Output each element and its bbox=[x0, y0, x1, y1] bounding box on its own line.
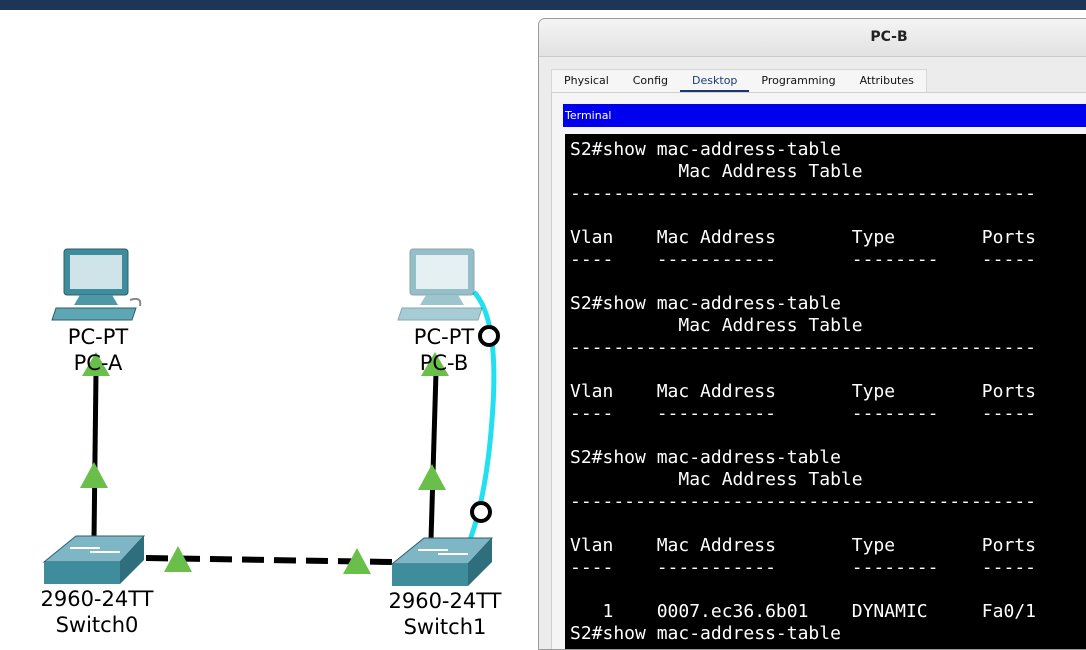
switch1-label[interactable]: 2960-24TT Switch1 bbox=[380, 588, 510, 640]
pc-a-label[interactable]: PC-PT PC-A bbox=[48, 324, 148, 376]
terminal-line: S2#show mac-address-table bbox=[570, 293, 841, 314]
terminal-line: Mac Address Table bbox=[570, 469, 863, 490]
terminal-line: S2#show mac-address-table bbox=[570, 623, 841, 644]
switch0-icon bbox=[42, 535, 146, 584]
topology-canvas[interactable]: PC-PT PC-A PC-PT PC-B 2960-24TT Switch0 … bbox=[0, 10, 540, 640]
pc-b-label[interactable]: PC-PT PC-B bbox=[394, 324, 494, 376]
terminal-line: ----------------------------------------… bbox=[570, 491, 1036, 512]
device-model: PC-PT bbox=[413, 325, 475, 349]
device-name: PC-A bbox=[73, 351, 123, 375]
terminal-line: ----------------------------------------… bbox=[570, 337, 1036, 358]
device-name: Switch1 bbox=[403, 615, 487, 639]
tab-config[interactable]: Config bbox=[621, 70, 680, 92]
tab-physical[interactable]: Physical bbox=[552, 70, 621, 92]
device-model: PC-PT bbox=[67, 325, 129, 349]
terminal-titlebar: Terminal bbox=[563, 104, 1086, 127]
terminal-line: Mac Address Table bbox=[570, 315, 863, 336]
terminal-line: Mac Address Table bbox=[570, 161, 863, 182]
link-up-indicator bbox=[80, 462, 108, 488]
terminal-line: Vlan Mac Address Type Ports bbox=[570, 381, 1036, 402]
terminal-line: ---- ----------- -------- ----- bbox=[570, 403, 1036, 424]
link-pca-switch0 bbox=[91, 371, 99, 541]
device-tabs: Physical Config Desktop Programming Attr… bbox=[551, 69, 927, 93]
terminal-line: Vlan Mac Address Type Ports bbox=[570, 535, 1036, 556]
terminal-line: S2#show mac-address-table bbox=[570, 447, 841, 468]
terminal-line: S2#show mac-address-table bbox=[570, 139, 841, 160]
terminal-line: ---- ----------- -------- ----- bbox=[570, 249, 1036, 270]
tab-desktop[interactable]: Desktop bbox=[680, 70, 750, 93]
device-name: PC-B bbox=[419, 351, 469, 375]
link-pcb-switch1 bbox=[428, 371, 439, 541]
terminal-line: ----------------------------------------… bbox=[570, 183, 1036, 204]
app-top-bar bbox=[0, 0, 1086, 10]
terminal-line: Vlan Mac Address Type Ports bbox=[570, 227, 1036, 248]
terminal-line: ---- ----------- -------- ----- bbox=[570, 557, 1036, 578]
link-up-indicator bbox=[418, 464, 446, 490]
device-model: 2960-24TT bbox=[388, 589, 502, 613]
switch1-icon bbox=[390, 537, 494, 586]
desktop-panel: Terminal S2#show mac-address-table Mac A… bbox=[551, 92, 1086, 649]
terminal-console[interactable]: S2#show mac-address-table Mac Address Ta… bbox=[565, 134, 1086, 649]
port-indicator bbox=[470, 501, 492, 523]
terminal-line: 1 0007.ec36.6b01 DYNAMIC Fa0/1 bbox=[570, 601, 1037, 622]
window-titlebar[interactable]: PC-B bbox=[539, 19, 1086, 57]
pc-b-icon bbox=[397, 248, 483, 321]
tab-attributes[interactable]: Attributes bbox=[848, 70, 926, 92]
pc-b-window[interactable]: PC-B Physical Config Desktop Programming… bbox=[538, 18, 1086, 650]
device-model: 2960-24TT bbox=[40, 587, 154, 611]
switch0-label[interactable]: 2960-24TT Switch0 bbox=[32, 586, 162, 638]
tab-programming[interactable]: Programming bbox=[749, 70, 847, 92]
window-title: PC-B bbox=[870, 29, 908, 45]
pc-a-icon bbox=[51, 248, 142, 321]
device-name: Switch0 bbox=[55, 613, 139, 637]
